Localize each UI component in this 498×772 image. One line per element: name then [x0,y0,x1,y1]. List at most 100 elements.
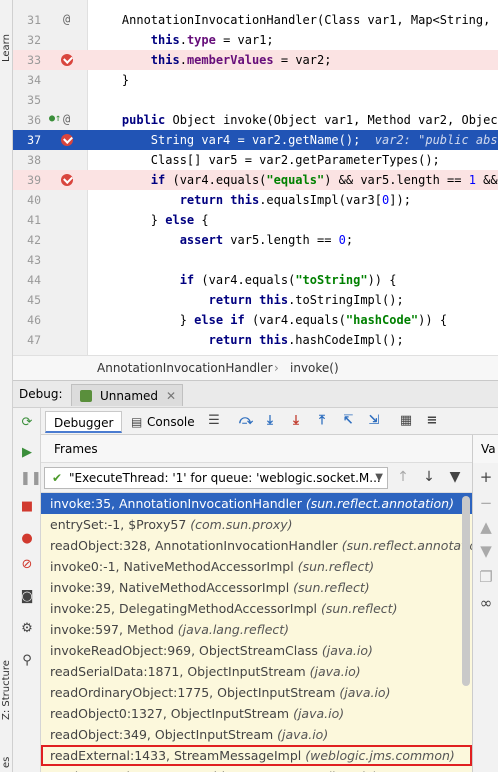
debug-session-tab[interactable]: Unnamed ✕ [71,384,184,407]
stack-frame[interactable]: invoke:597, Method (java.lang.reflect) [41,619,472,640]
line-number[interactable]: 43 [13,250,41,270]
frames-list[interactable]: invoke:35, AnnotationInvocationHandler (… [41,493,472,772]
move-down-icon[interactable]: ▼ [478,543,494,559]
code-editor[interactable]: 31 @ AnnotationInvocationHandler(Class va… [13,0,498,355]
line-number[interactable]: 33 [13,50,41,70]
code-line[interactable]: 32 this.type = var1; [13,30,498,50]
stack-frame[interactable]: readObject:328, AnnotationInvocationHand… [41,535,472,556]
code-line[interactable]: 47 return this.hashCodeImpl(); [13,330,498,350]
code-text: AnnotationInvocationHandler(Class var1, … [93,13,498,27]
next-frame-icon[interactable]: ↓ [421,469,437,485]
step-out-icon[interactable]: ⤒ [315,414,329,428]
code-line[interactable]: 41 } else { [13,210,498,230]
line-number[interactable]: 45 [13,290,41,310]
code-line[interactable]: 35 [13,90,498,110]
stack-frame[interactable]: invoke:39, NativeMethodAccessorImpl (sun… [41,577,472,598]
line-number[interactable]: 35 [13,90,41,110]
structure-tab[interactable]: Z: Structure [0,655,13,725]
override-icon[interactable]: ●↑ [49,112,61,126]
breakpoint-icon[interactable] [61,134,73,146]
stack-frame[interactable]: invoke:35, AnnotationInvocationHandler (… [41,493,472,514]
breadcrumb-method[interactable]: invoke() [290,356,339,381]
stack-frame[interactable]: readExternalData:1835, ObjectInputStream… [41,766,472,772]
code-line[interactable]: 44 if (var4.equals("toString")) { [13,270,498,290]
evaluate-expression-icon[interactable]: ▦ [399,414,413,428]
code-line[interactable]: 34 } [13,70,498,90]
code-line[interactable]: 36 ●↑ @ public Object invoke(Object var1, … [13,110,498,130]
line-number[interactable]: 40 [13,190,41,210]
annotation-icon[interactable]: @ [63,112,70,126]
line-number[interactable]: 37 [13,130,41,150]
line-number[interactable]: 38 [13,150,41,170]
stack-frame[interactable]: invokeReadObject:969, ObjectStreamClass … [41,640,472,661]
code-text: if (var4.equals("equals") && var5.length… [150,173,498,187]
more-icon[interactable]: ≡ [425,414,439,428]
rerun-icon[interactable]: ⟳ [20,416,34,430]
code-line[interactable]: 37 String var4 = var2.getName(); var2: "… [13,130,498,150]
camera-icon[interactable]: ◙ [20,590,34,604]
breakpoint-icon[interactable] [61,174,73,186]
stack-frame[interactable]: entrySet:-1, $Proxy57 (com.sun.proxy) [41,514,472,535]
code-line[interactable]: 42 assert var5.length == 0; [13,230,498,250]
code-line[interactable]: 43 [13,250,498,270]
line-number[interactable]: 34 [13,70,41,90]
line-number[interactable]: 44 [13,270,41,290]
breakpoint-icon[interactable] [61,54,73,66]
previous-frame-icon[interactable]: ↑ [395,469,411,485]
tab-console[interactable]: ▤ Console [125,411,203,433]
glasses-icon[interactable]: ∞ [478,595,494,611]
learn-tab[interactable]: Learn [0,28,13,68]
remove-watch-icon[interactable]: − [478,495,494,511]
stack-frame[interactable]: readObject0:1327, ObjectInputStream (jav… [41,703,472,724]
stack-frame[interactable]: readOrdinaryObject:1775, ObjectInputStre… [41,682,472,703]
code-line[interactable]: 31 @ AnnotationInvocationHandler(Class va… [13,10,498,30]
line-number[interactable]: 36 [13,110,41,130]
line-number[interactable]: 39 [13,170,41,190]
frame-package: (java.io) [339,685,391,700]
pause-icon[interactable]: ❚❚ [20,472,42,486]
pin-icon[interactable]: ⚲ [20,654,34,668]
line-number[interactable]: 31 [13,10,41,30]
debug-session-label: Unnamed [100,389,159,403]
stack-frame[interactable]: invoke0:-1, NativeMethodAccessorImpl (su… [41,556,472,577]
code-line[interactable]: 45 return this.toStringImpl(); [13,290,498,310]
add-watch-icon[interactable]: + [478,469,494,485]
stack-frame[interactable]: invoke:25, DelegatingMethodAccessorImpl … [41,598,472,619]
stack-frame[interactable]: readObject:349, ObjectInputStream (java.… [41,724,472,745]
step-into-icon[interactable]: ⤓ [263,414,277,428]
stack-frame[interactable]: readExternal:1433, StreamMessageImpl (we… [41,745,472,766]
run-to-cursor-icon[interactable]: ⇲ [367,414,381,428]
line-number[interactable]: 32 [13,30,41,50]
line-number[interactable]: 46 [13,310,41,330]
move-up-icon[interactable]: ▲ [478,519,494,535]
breadcrumb-class[interactable]: AnnotationInvocationHandler [97,356,273,381]
step-over-icon[interactable]: ⤼ [239,414,253,428]
line-number[interactable]: 42 [13,230,41,250]
line-number[interactable]: 41 [13,210,41,230]
code-line[interactable]: 39 if (var4.equals("equals") && var5.len… [13,170,498,190]
bottom-tab[interactable]: es [0,752,13,772]
code-line[interactable]: 33 this.memberValues = var2; [13,50,498,70]
force-step-into-icon[interactable]: ⤓ [289,414,303,428]
resume-icon[interactable]: ▶ [20,446,34,460]
filter-icon[interactable]: ▼ [447,469,463,485]
show-execution-point-icon[interactable]: ☰ [207,414,221,428]
thread-selector[interactable]: ✔ "ExecuteThread: '1' for queue: 'weblog… [44,467,388,489]
tab-console-label: Console [147,415,195,429]
code-line[interactable]: 38 Class[] var5 = var2.getParameterTypes… [13,150,498,170]
view-breakpoints-icon[interactable]: ● [20,532,34,546]
mute-breakpoints-icon[interactable]: ⊘ [20,558,34,572]
annotation-icon[interactable]: @ [63,12,70,26]
stack-frame[interactable]: readSerialData:1871, ObjectInputStream (… [41,661,472,682]
drop-frame-icon[interactable]: ↸ [341,414,355,428]
code-line[interactable]: 40 return this.equalsImpl(var3[0]); [13,190,498,210]
copy-icon[interactable]: ❐ [478,569,494,585]
tab-debugger[interactable]: Debugger [45,411,123,433]
stop-icon[interactable]: ■ [20,500,34,514]
line-number[interactable]: 47 [13,330,41,350]
settings-gear-icon[interactable]: ⚙ [20,622,34,636]
debug-side-toolbar: ⟳ ▶ ❚❚ ■ ● ⊘ ◙ ⚙ ⚲ [13,408,42,772]
close-icon[interactable]: ✕ [166,385,176,407]
frames-scrollbar[interactable] [462,496,470,686]
code-line[interactable]: 46 } else if (var4.equals("hashCode")) { [13,310,498,330]
